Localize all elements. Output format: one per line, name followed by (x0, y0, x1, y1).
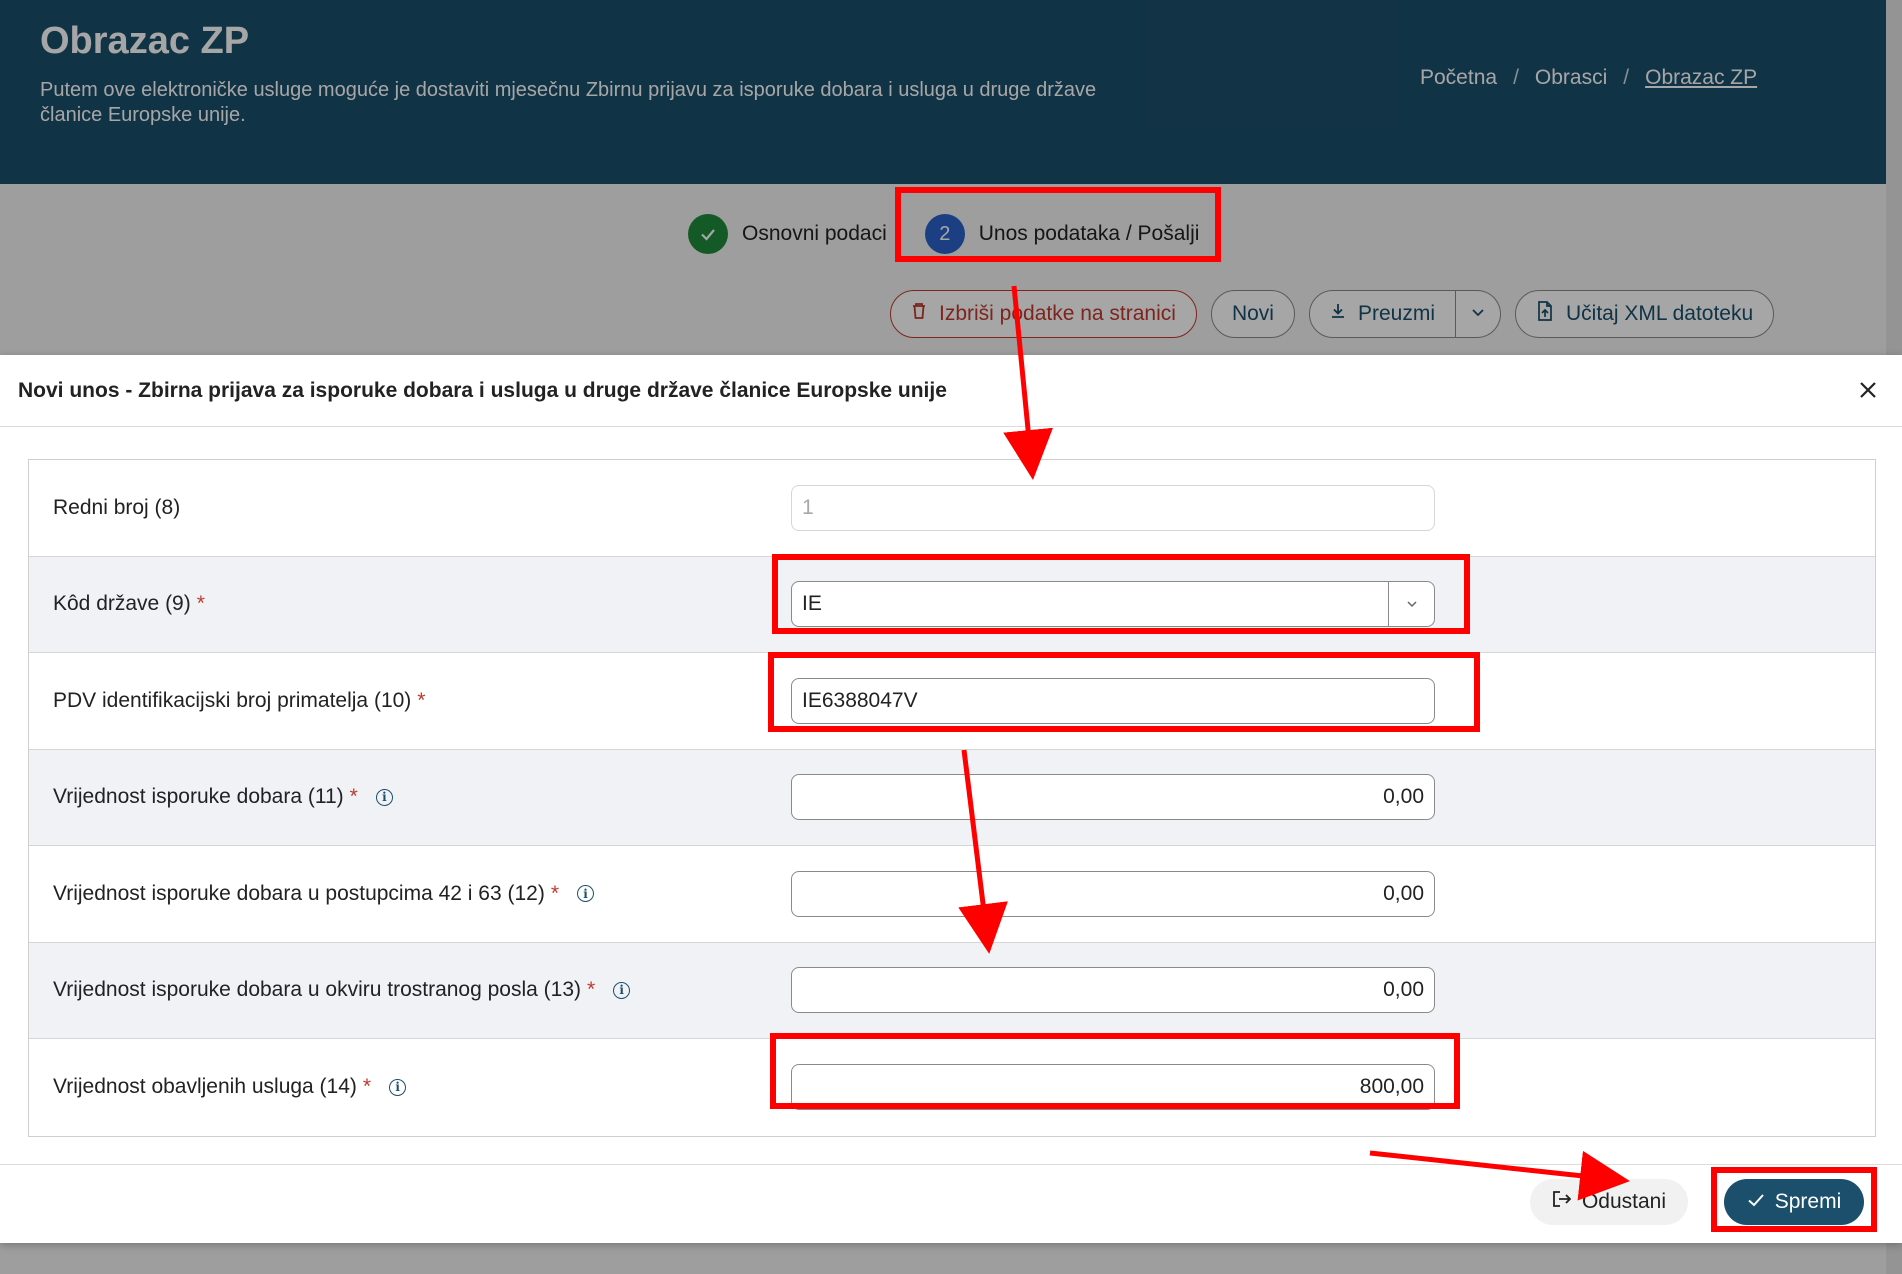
cancel-label: Odustani (1581, 1190, 1667, 1213)
field-label: Vrijednost isporuke dobara u okviru tros… (53, 978, 631, 1002)
vat-id-field[interactable]: IE6388047V (791, 677, 1435, 724)
cancel-button[interactable]: Odustani (1530, 1179, 1688, 1225)
modal-title: Novi unos - Zbirna prijava za isporuke d… (18, 378, 947, 402)
exit-icon (1552, 1190, 1572, 1214)
country-code-select[interactable]: IE (791, 581, 1435, 628)
country-code-value: IE (802, 592, 822, 616)
form-row-vat-id: PDV identifikacijski broj primatelja (10… (29, 653, 1875, 750)
field-label: PDV identifikacijski broj primatelja (10… (53, 688, 426, 712)
check-icon (1747, 1190, 1765, 1214)
save-label: Spremi (1774, 1190, 1842, 1213)
form-row-services-value: Vrijednost obavljenih usluga (14) * i 800,… (29, 1039, 1875, 1136)
triangular-value-field[interactable]: 0,00 (791, 967, 1435, 1014)
save-button[interactable]: Spremi (1724, 1179, 1864, 1225)
form-row-goods-value: Vrijednost isporuke dobara (11) * i 0,00 (29, 749, 1875, 846)
modal-header: Novi unos - Zbirna prijava za isporuke d… (0, 355, 1902, 427)
required-marker: * (417, 688, 426, 712)
form-row-goods-procedures-value: Vrijednost isporuke dobara u postupcima … (29, 846, 1875, 943)
services-value-field[interactable]: 800,00 (791, 1064, 1435, 1111)
field-label: Kôd države (9) * (53, 592, 205, 616)
info-icon[interactable]: i (577, 885, 595, 903)
required-marker: * (550, 881, 560, 905)
serial-number-field[interactable]: 1 (791, 484, 1435, 531)
entry-form: Redni broj (8) 1 Kôd države (9) * IE PDV … (28, 459, 1876, 1137)
info-icon[interactable]: i (375, 788, 393, 806)
required-marker: * (362, 1075, 372, 1099)
info-icon[interactable]: i (389, 1078, 407, 1096)
close-icon[interactable] (1852, 375, 1884, 407)
info-icon[interactable]: i (613, 981, 631, 999)
modal-footer: Odustani Spremi (0, 1164, 1902, 1243)
new-entry-modal: Novi unos - Zbirna prijava za isporuke d… (0, 355, 1902, 1243)
required-marker: * (349, 785, 358, 809)
field-label: Vrijednost isporuke dobara (11) * i (53, 785, 393, 809)
form-row-triangular-value: Vrijednost isporuke dobara u okviru tros… (29, 942, 1875, 1039)
chevron-down-icon[interactable] (1388, 582, 1434, 627)
form-row-country-code: Kôd države (9) * IE (29, 556, 1875, 653)
required-marker: * (587, 978, 596, 1002)
goods-value-field[interactable]: 0,00 (791, 774, 1435, 821)
form-row-serial-number: Redni broj (8) 1 (29, 460, 1875, 557)
field-label: Vrijednost isporuke dobara u postupcima … (53, 881, 595, 906)
required-marker: * (196, 592, 205, 616)
field-label: Vrijednost obavljenih usluga (14) * i (53, 1075, 407, 1099)
field-label: Redni broj (8) (53, 495, 181, 519)
goods-procedures-value-field[interactable]: 0,00 (791, 870, 1435, 917)
